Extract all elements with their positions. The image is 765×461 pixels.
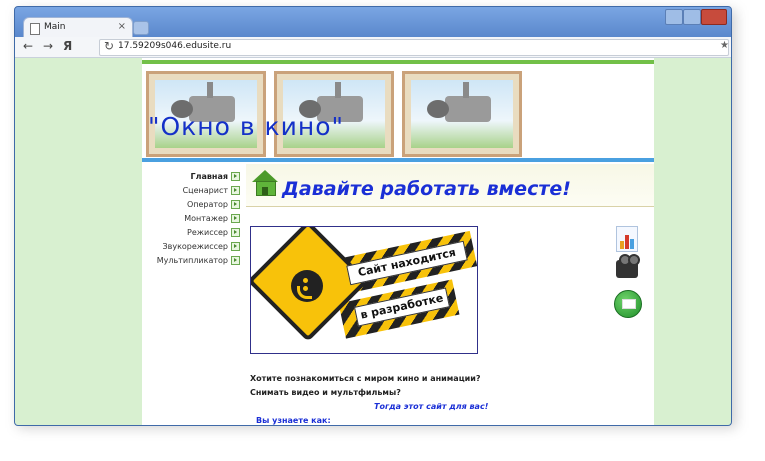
header-window-frame-3 (402, 71, 522, 157)
site-page: "Окно в кино" Главная Сценарист Оператор… (142, 58, 654, 425)
yandex-button[interactable]: Я (63, 39, 72, 53)
forward-button[interactable]: → (43, 39, 53, 53)
reload-icon[interactable]: ↻ (104, 39, 114, 53)
bookmark-star-icon[interactable]: ★ (720, 40, 729, 51)
page-viewport: "Окно в кино" Главная Сценарист Оператор… (15, 58, 731, 425)
minimize-button[interactable] (665, 9, 683, 25)
sidebar-item-screenwriter[interactable]: Сценарист (183, 186, 240, 198)
mail-icon[interactable] (614, 290, 642, 318)
title-bar: Main × (15, 7, 731, 40)
sidebar-item-operator[interactable]: Оператор (187, 200, 240, 212)
window-controls (665, 9, 727, 25)
side-icon-column (614, 226, 644, 326)
sidebar-item-director[interactable]: Режиссер (187, 228, 240, 240)
home-icon[interactable] (252, 170, 278, 196)
main-content: Давайте работать вместе! Сайт находится … (246, 164, 654, 425)
arrow-icon (231, 172, 240, 181)
intro-paragraph-3: Тогда этот сайт для вас! (374, 402, 489, 411)
site-logo[interactable]: "Окно в кино" (148, 112, 344, 141)
blue-divider (142, 158, 654, 162)
arrow-icon (231, 228, 240, 237)
page-title: Давайте работать вместе! (282, 178, 571, 200)
tab-title: Main (44, 22, 66, 32)
sidebar-item-main[interactable]: Главная (191, 172, 240, 184)
sidebar-menu: Главная Сценарист Оператор Монтажер Режи… (142, 164, 242, 425)
arrow-icon (231, 242, 240, 251)
page-icon (30, 23, 40, 35)
under-construction-image: Сайт находится в разработке (250, 226, 478, 354)
browser-window: Main × ← → Я ↻ 17.59209s046.edusite.ru ★ (14, 6, 732, 426)
sidebar-item-animator[interactable]: Мультипликатор (157, 256, 240, 268)
arrow-icon (231, 200, 240, 209)
arrow-icon (231, 214, 240, 223)
tab-close-icon[interactable]: × (118, 21, 126, 32)
arrow-icon (231, 256, 240, 265)
close-window-button[interactable] (701, 9, 727, 25)
chart-icon[interactable] (616, 226, 638, 252)
browser-toolbar: ← → Я ↻ 17.59209s046.edusite.ru ★ (15, 37, 731, 58)
sidebar-item-sound-director[interactable]: Звукорежиссер (162, 242, 240, 254)
film-camera-icon[interactable] (616, 254, 640, 278)
intro-paragraph-1: Хотите познакомиться с миром кино и аним… (250, 374, 481, 383)
address-bar[interactable]: ↻ 17.59209s046.edusite.ru ★ (99, 39, 729, 56)
back-button[interactable]: ← (23, 39, 33, 53)
new-tab-button[interactable] (133, 21, 149, 35)
arrow-icon (231, 186, 240, 195)
intro-paragraph-2: Снимать видео и мультфильмы? (250, 388, 401, 397)
intro-paragraph-4: Вы узнаете как: (256, 416, 331, 425)
camera-icon (445, 96, 491, 122)
headline-banner: Давайте работать вместе! (246, 164, 654, 207)
url-text[interactable]: 17.59209s046.edusite.ru (118, 41, 231, 51)
smiley-icon (291, 270, 323, 302)
sidebar-item-editor[interactable]: Монтажер (184, 214, 240, 226)
maximize-button[interactable] (683, 9, 701, 25)
site-header: "Окно в кино" (142, 64, 654, 158)
